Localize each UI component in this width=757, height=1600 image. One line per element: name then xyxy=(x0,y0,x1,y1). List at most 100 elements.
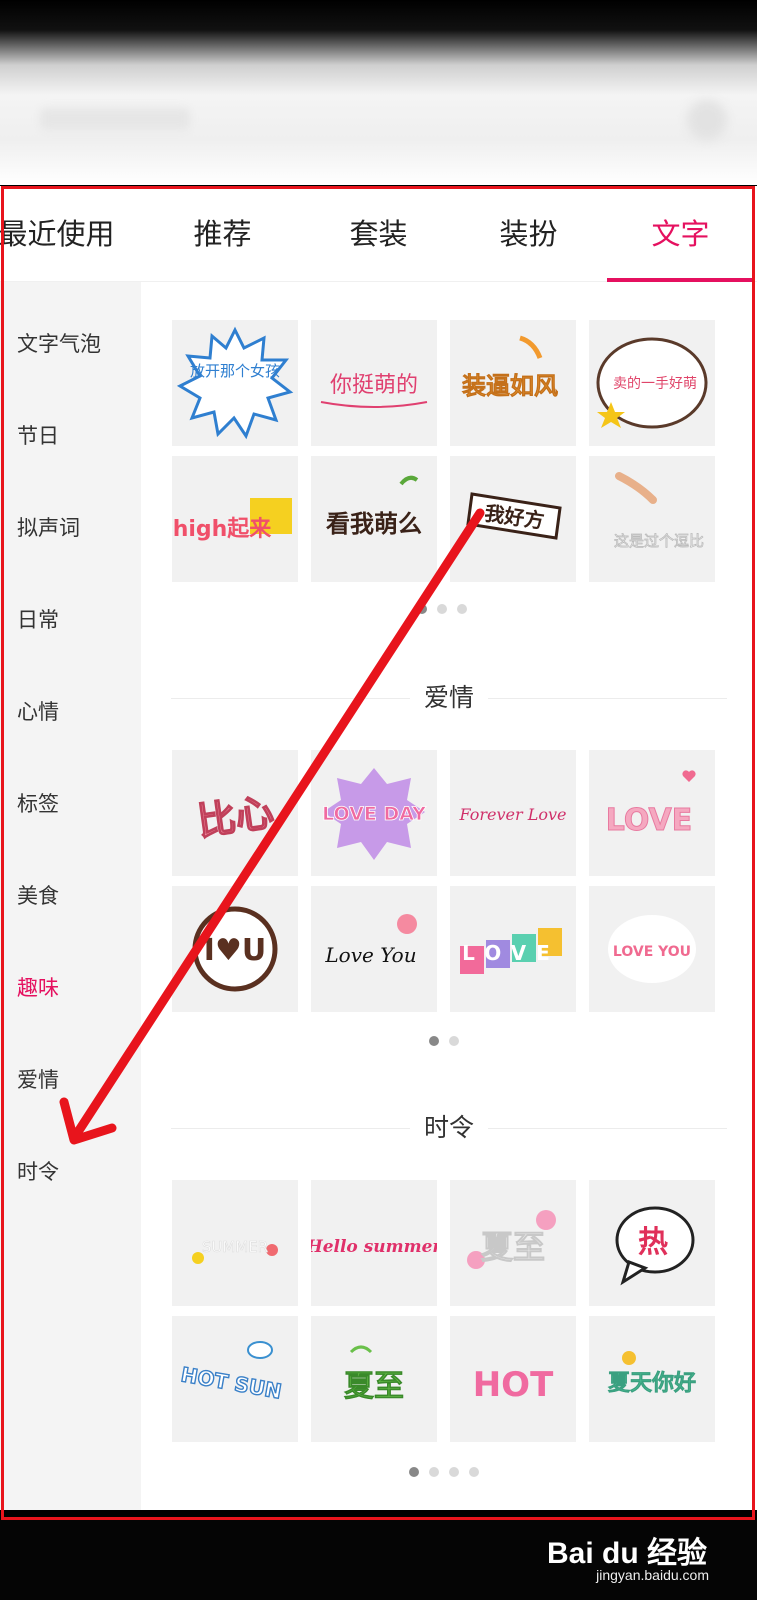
sticker-text: high起来 xyxy=(173,517,273,542)
sidebar-item-seasonal[interactable]: 时令 xyxy=(17,1156,59,1186)
sticker-text: 装逼如风 xyxy=(462,372,558,400)
section-title: 爱情 xyxy=(171,678,727,718)
sticker-text: 这是过个逗比 xyxy=(614,532,704,550)
sticker-text: 夏天你好 xyxy=(608,1370,696,1396)
sticker-image: 夏天你好 xyxy=(608,1351,696,1396)
sticker-image: 装逼如风 xyxy=(462,335,558,400)
sticker-image: 看我萌么 xyxy=(326,475,422,538)
sticker-tile[interactable]: 夏至 xyxy=(311,1316,437,1442)
pagination-dots xyxy=(417,604,477,616)
tab-text[interactable]: 文字 xyxy=(618,186,743,282)
sticker-image: 我好方 xyxy=(466,492,562,540)
sticker-content: 放开那个女孩 你挺萌的 装逼如风 卖的一手好萌 high起来 看我萌么 我好方 … xyxy=(141,282,757,1510)
sticker-image: 放开那个女孩 xyxy=(176,326,294,440)
section-title: 时令 xyxy=(171,1108,727,1148)
page-dot[interactable] xyxy=(437,604,447,614)
sticker-tile[interactable]: Love You xyxy=(311,886,437,1012)
page-dot[interactable] xyxy=(429,1036,439,1046)
sticker-image: LOVE YOU xyxy=(608,915,696,983)
tab-recent[interactable]: 最近使用 xyxy=(0,186,119,282)
pagination-dots xyxy=(429,1036,469,1048)
sticker-tile[interactable]: LOVE DAY xyxy=(311,750,437,876)
page-dot[interactable] xyxy=(469,1467,479,1477)
sticker-tile[interactable]: 卖的一手好萌 xyxy=(589,320,715,446)
sticker-tile[interactable]: 热 xyxy=(589,1180,715,1306)
sticker-tile[interactable]: 装逼如风 xyxy=(450,320,576,446)
sticker-tile[interactable]: 夏天你好 xyxy=(589,1316,715,1442)
section-header-seasonal: 时令 xyxy=(171,1108,727,1148)
sticker-image: 这是过个逗比 xyxy=(614,472,704,550)
sticker-image: 夏至 xyxy=(344,1345,404,1404)
sticker-tile[interactable]: HOT SUN xyxy=(172,1316,298,1442)
sticker-text: I♥U xyxy=(204,933,266,968)
sticker-image: high起来 xyxy=(173,498,292,542)
sticker-image: LOVE DAY xyxy=(322,768,427,860)
pagination-dots xyxy=(409,1467,489,1479)
sidebar: 文字气泡 节日 拟声词 日常 心情 标签 美食 趣味 爱情 时令 xyxy=(0,282,141,1510)
sticker-tile[interactable]: 这是过个逗比 xyxy=(589,456,715,582)
sticker-tile[interactable]: LOVE xyxy=(589,750,715,876)
sticker-text: Love You xyxy=(324,943,416,967)
sticker-tile[interactable]: 看我萌么 xyxy=(311,456,437,582)
sticker-text: 夏至 xyxy=(481,1228,545,1266)
tab-dressup[interactable]: 装扮 xyxy=(466,186,591,282)
tab-set[interactable]: 套装 xyxy=(316,186,441,282)
page-dot[interactable] xyxy=(417,604,427,614)
sticker-image: I♥U xyxy=(192,906,278,992)
sticker-text: 夏至 xyxy=(344,1369,404,1404)
sticker-tile[interactable]: 你挺萌的 xyxy=(311,320,437,446)
sticker-image: Love You xyxy=(324,914,417,967)
section-header-love: 爱情 xyxy=(171,678,727,718)
sticker-image: 卖的一手好萌 xyxy=(596,337,708,429)
sticker-tile[interactable]: LOVE YOU xyxy=(589,886,715,1012)
sidebar-item-fun[interactable]: 趣味 xyxy=(17,972,59,1002)
sticker-tile[interactable]: 放开那个女孩 xyxy=(172,320,298,446)
page-dot[interactable] xyxy=(457,604,467,614)
category-tabs: 最近使用 推荐 套装 装扮 文字 xyxy=(0,186,757,282)
sticker-tile[interactable]: 夏至 xyxy=(450,1180,576,1306)
sticker-text: LOVE xyxy=(606,803,692,838)
sticker-text: 卖的一手好萌 xyxy=(613,376,697,392)
blurred-title xyxy=(40,108,190,130)
sticker-image: Forever Love xyxy=(459,805,567,824)
page-dot[interactable] xyxy=(429,1467,439,1477)
sticker-image: 你挺萌的 xyxy=(320,373,428,408)
sidebar-item-holiday[interactable]: 节日 xyxy=(17,420,59,450)
sidebar-item-tag[interactable]: 标签 xyxy=(17,788,59,818)
sticker-tile[interactable]: Forever Love xyxy=(450,750,576,876)
sticker-text: HOT SUN xyxy=(179,1362,283,1403)
sidebar-item-onomatopoeia[interactable]: 拟声词 xyxy=(17,512,80,542)
tab-recommended[interactable]: 推荐 xyxy=(160,186,285,282)
sidebar-item-mood[interactable]: 心情 xyxy=(17,696,59,726)
sticker-tile[interactable]: high起来 xyxy=(172,456,298,582)
watermark-url: jingyan.baidu.com xyxy=(596,1567,709,1583)
sticker-tile[interactable]: SUMMER xyxy=(172,1180,298,1306)
sticker-image: 比心 xyxy=(194,789,277,845)
sticker-image: HOT xyxy=(473,1365,554,1405)
page-dot[interactable] xyxy=(449,1036,459,1046)
sticker-tile[interactable]: 比心 xyxy=(172,750,298,876)
page-dot[interactable] xyxy=(449,1467,459,1477)
page-dot[interactable] xyxy=(409,1467,419,1477)
sidebar-item-love[interactable]: 爱情 xyxy=(17,1064,59,1094)
blurred-icon xyxy=(687,100,727,140)
sidebar-item-food[interactable]: 美食 xyxy=(17,880,59,910)
sticker-tile[interactable]: Hello summer xyxy=(311,1180,437,1306)
sticker-text: LOVE DAY xyxy=(322,803,426,825)
sticker-tile[interactable]: LOVE xyxy=(450,886,576,1012)
sticker-text: Forever Love xyxy=(459,805,567,824)
sticker-image: HOT SUN xyxy=(178,1341,284,1404)
sticker-text: HOT xyxy=(473,1365,554,1405)
sticker-tile[interactable]: I♥U xyxy=(172,886,298,1012)
sticker-tile[interactable]: HOT xyxy=(450,1316,576,1442)
sticker-panel: 最近使用 推荐 套装 装扮 文字 文字气泡 节日 拟声词 日常 心情 标签 美食… xyxy=(0,186,757,1510)
sticker-text: 你挺萌的 xyxy=(330,373,418,398)
sidebar-item-daily[interactable]: 日常 xyxy=(17,604,59,634)
sticker-tile[interactable]: 我好方 xyxy=(450,456,576,582)
sticker-text: 热 xyxy=(638,1225,668,1260)
sticker-text: 放开那个女孩 xyxy=(190,362,280,380)
sticker-text: 看我萌么 xyxy=(326,510,422,538)
sticker-image: LOVE xyxy=(605,770,696,839)
sidebar-item-text-bubble[interactable]: 文字气泡 xyxy=(17,328,101,358)
sticker-text: LOVE YOU xyxy=(613,944,691,960)
